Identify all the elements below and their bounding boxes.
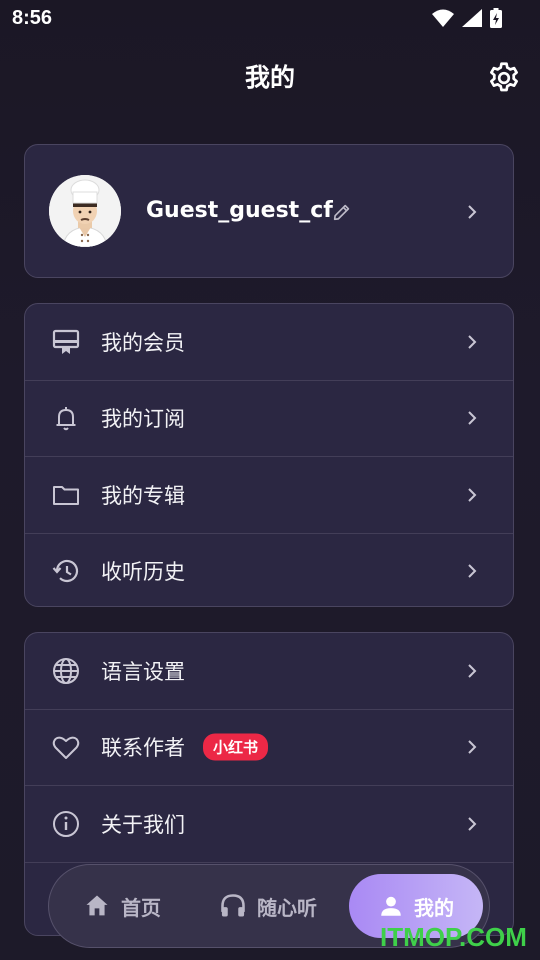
chevron-right-icon <box>468 817 477 831</box>
folder-icon <box>53 485 79 505</box>
menu-item-label: 关于我们 <box>101 812 185 837</box>
chevron-right-icon <box>468 205 477 219</box>
wifi-icon <box>432 9 454 27</box>
person-icon <box>381 896 401 916</box>
chevron-right-icon <box>468 564 477 578</box>
globe-icon <box>53 657 79 684</box>
system-icons <box>432 8 502 28</box>
status-time: 8:56 <box>12 7 53 29</box>
status-bar: 8:56 <box>0 0 540 36</box>
menu-item-label: 语言设置 <box>101 659 185 684</box>
page-title: 我的 <box>244 63 295 92</box>
menu-item-about-us[interactable]: 关于我们 <box>25 786 513 863</box>
menu-item-label: 我的会员 <box>101 330 185 355</box>
edit-pencil-icon[interactable] <box>331 201 353 223</box>
menu-item-albums[interactable]: 我的专辑 <box>25 457 513 534</box>
membership-card-icon <box>52 329 80 354</box>
menu-item-label: 收听历史 <box>101 560 185 585</box>
menu-item-label: 我的专辑 <box>101 483 185 508</box>
nav-tab-label: 随心听 <box>257 895 317 920</box>
home-icon <box>86 895 108 916</box>
headphones-icon <box>221 894 245 917</box>
menu-item-listening-history[interactable]: 收听历史 <box>25 534 513 607</box>
menu-item-language-settings[interactable]: 语言设置 <box>25 633 513 710</box>
avatar[interactable] <box>49 175 121 247</box>
info-icon <box>53 810 79 837</box>
chevron-right-icon <box>468 664 477 678</box>
menu-group-account: 我的会员 我的订阅 我的专辑 收听历史 <box>24 303 514 607</box>
history-icon <box>52 560 79 583</box>
chevron-right-icon <box>468 335 477 349</box>
chevron-right-icon <box>468 411 477 425</box>
nav-tab-label: 首页 <box>121 895 161 920</box>
menu-item-label: 我的订阅 <box>101 407 185 432</box>
menu-item-contact-author[interactable]: 联系作者 小红书 <box>25 710 513 786</box>
cellular-signal-icon <box>462 9 482 27</box>
battery-charging-icon <box>490 8 502 28</box>
settings-gear-icon[interactable] <box>486 60 522 96</box>
username: Guest_guest_cf <box>146 198 333 223</box>
profile-card[interactable]: Guest_guest_cf <box>24 144 514 278</box>
menu-item-label: 联系作者 <box>101 736 185 761</box>
xiaohongshu-badge[interactable]: 小红书 <box>203 733 269 761</box>
bell-icon <box>56 407 76 431</box>
watermark-text: ITMOP.COM <box>380 922 527 952</box>
chef-avatar-image <box>49 175 121 247</box>
menu-item-membership[interactable]: 我的会员 <box>25 304 513 381</box>
nav-tab-listen[interactable]: 随心听 <box>219 865 317 947</box>
chevron-right-icon <box>468 740 477 754</box>
menu-item-subscriptions[interactable]: 我的订阅 <box>25 381 513 457</box>
chevron-right-icon <box>468 488 477 502</box>
heart-icon <box>52 736 80 760</box>
nav-tab-label: 我的 <box>414 895 454 920</box>
nav-tab-home[interactable]: 首页 <box>83 865 161 947</box>
